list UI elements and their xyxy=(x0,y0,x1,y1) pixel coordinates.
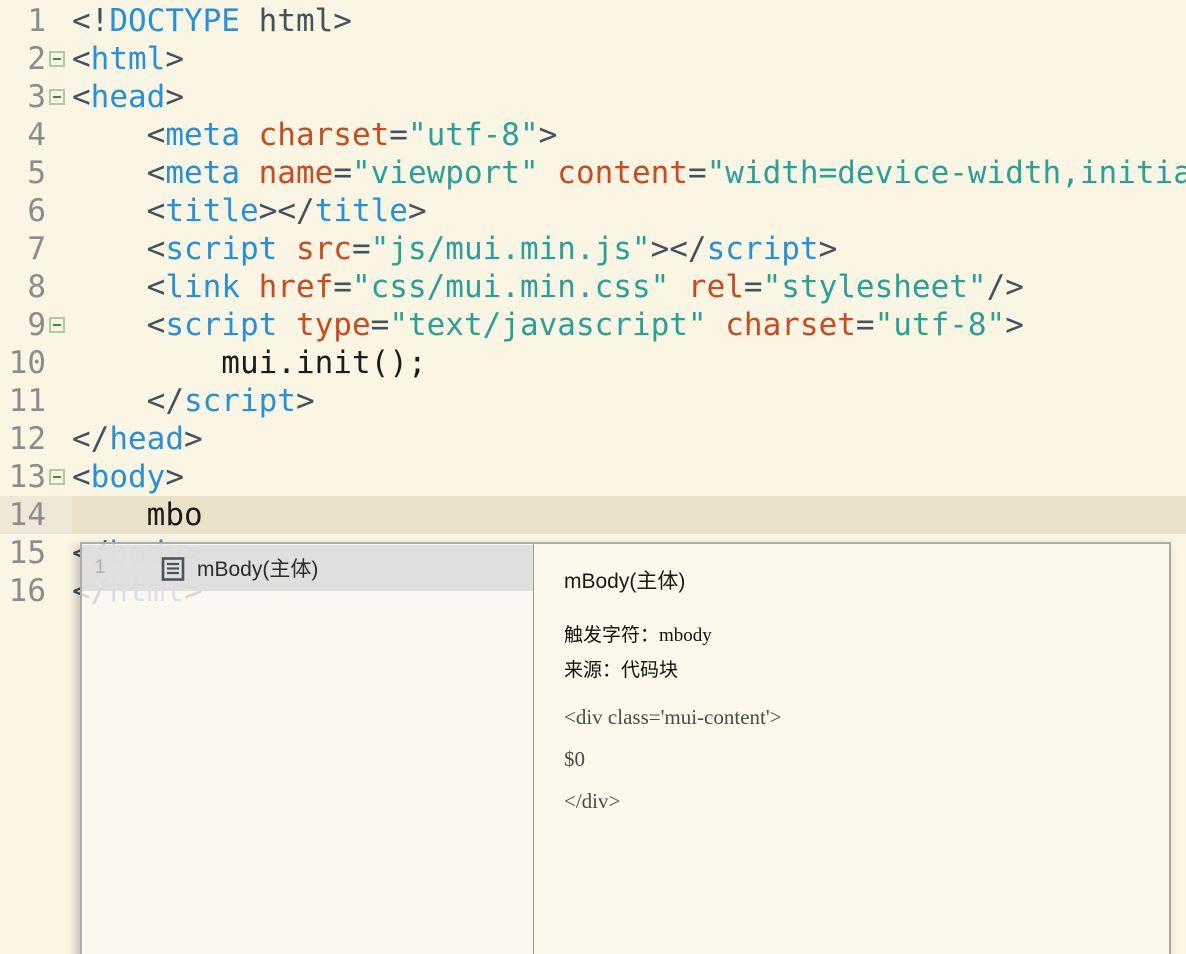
code-text[interactable]: <html> xyxy=(72,40,1186,78)
code-text[interactable]: <head> xyxy=(72,78,1186,116)
snippet-source-row: 来源：代码块 xyxy=(564,653,1149,688)
gutter: 3 xyxy=(0,78,72,116)
code-text[interactable]: <meta charset="utf-8"> xyxy=(72,116,1186,154)
gutter: 12 xyxy=(0,420,72,458)
code-line-2[interactable]: 2 <html> xyxy=(0,40,1186,78)
fold-column xyxy=(46,458,72,496)
line-number[interactable]: 4 xyxy=(0,116,46,154)
line-number[interactable]: 1 xyxy=(0,2,46,40)
fold-column xyxy=(46,78,72,116)
gutter: 1 xyxy=(0,2,72,40)
code-text[interactable]: </head> xyxy=(72,420,1186,458)
gutter: 2 xyxy=(0,40,72,78)
gutter: 14 xyxy=(0,496,72,534)
fold-column xyxy=(46,344,72,382)
fold-column xyxy=(46,2,72,40)
gutter: 13 xyxy=(0,458,72,496)
fold-column xyxy=(46,420,72,458)
code-line-4[interactable]: 4 <meta charset="utf-8"> xyxy=(0,116,1186,154)
fold-column xyxy=(46,534,72,572)
line-number[interactable]: 15 xyxy=(0,534,46,572)
gutter: 10 xyxy=(0,344,72,382)
snippet-info: 触发字符：mbody 来源：代码块 xyxy=(564,618,1149,688)
completion-item-selected[interactable]: 1 mBody(主体) xyxy=(82,545,533,591)
code-line-14[interactable]: 14 mbo xyxy=(0,496,1186,534)
snippet-trigger-row: 触发字符：mbody xyxy=(564,618,1149,653)
line-number[interactable]: 14 xyxy=(0,496,46,534)
fold-column xyxy=(46,116,72,154)
code-text[interactable]: <script type="text/javascript" charset="… xyxy=(72,306,1186,344)
snippet-trigger-label: 触发字符： xyxy=(564,625,660,646)
gutter: 15 xyxy=(0,534,72,572)
fold-column xyxy=(46,306,72,344)
line-number[interactable]: 7 xyxy=(0,230,46,268)
gutter: 16 xyxy=(0,572,72,610)
code-line-13[interactable]: 13 <body> xyxy=(0,458,1186,496)
fold-column xyxy=(46,382,72,420)
completion-list[interactable]: 1 mBody(主体) xyxy=(82,544,534,954)
fold-collapse-icon[interactable] xyxy=(49,317,65,333)
fold-column xyxy=(46,496,72,534)
gutter: 5 xyxy=(0,154,72,192)
line-number[interactable]: 12 xyxy=(0,420,46,458)
gutter: 4 xyxy=(0,116,72,154)
code-text[interactable]: mbo xyxy=(72,496,1186,534)
code-line-5[interactable]: 5 <meta name="viewport" content="width=d… xyxy=(0,154,1186,192)
gutter: 7 xyxy=(0,230,72,268)
code-text[interactable]: <script src="js/mui.min.js"></script> xyxy=(72,230,1186,268)
code-text[interactable]: <!DOCTYPE html> xyxy=(72,2,1186,40)
code-line-12[interactable]: 12 </head> xyxy=(0,420,1186,458)
snippet-document-icon xyxy=(160,555,186,582)
fold-column xyxy=(46,192,72,230)
code-text[interactable]: <title></title> xyxy=(72,192,1186,230)
gutter: 9 xyxy=(0,306,72,344)
snippet-preview-line: <div class='mui-content'> xyxy=(564,705,782,729)
line-number[interactable]: 5 xyxy=(0,154,46,192)
code-line-8[interactable]: 8 <link href="css/mui.min.css" rel="styl… xyxy=(0,268,1186,306)
fold-column xyxy=(46,40,72,78)
fold-column xyxy=(46,268,72,306)
snippet-preview-line: </div> xyxy=(564,789,621,813)
fold-column xyxy=(46,230,72,268)
code-line-9[interactable]: 9 <script type="text/javascript" charset… xyxy=(0,306,1186,344)
snippet-title: mBody(主体) xyxy=(564,570,686,593)
line-number[interactable]: 9 xyxy=(0,306,46,344)
code-line-10[interactable]: 10 mui.init(); xyxy=(0,344,1186,382)
completion-detail-panel: mBody(主体) 触发字符：mbody 来源：代码块 <div class='… xyxy=(534,544,1169,954)
snippet-preview: <div class='mui-content'> $0 </div> xyxy=(564,703,1149,815)
code-line-6[interactable]: 6 <title></title> xyxy=(0,192,1186,230)
line-number[interactable]: 6 xyxy=(0,192,46,230)
fold-column xyxy=(46,572,72,610)
code-assist-popup: 1 mBody(主体) mBody(主体) 触发字符：mbody 来源：代码块 … xyxy=(80,542,1171,954)
snippet-preview-line: $0 xyxy=(564,747,585,771)
code-line-7[interactable]: 7 <script src="js/mui.min.js"></script> xyxy=(0,230,1186,268)
line-number[interactable]: 13 xyxy=(0,458,46,496)
line-number[interactable]: 11 xyxy=(0,382,46,420)
code-line-11[interactable]: 11 </script> xyxy=(0,382,1186,420)
snippet-trigger-value: mbody xyxy=(659,625,712,646)
snippet-source-value: 代码块 xyxy=(621,660,679,681)
line-number[interactable]: 3 xyxy=(0,78,46,116)
line-number[interactable]: 8 xyxy=(0,268,46,306)
gutter: 6 xyxy=(0,192,72,230)
code-line-1[interactable]: 1 <!DOCTYPE html> xyxy=(0,2,1186,40)
code-line-3[interactable]: 3 <head> xyxy=(0,78,1186,116)
code-text[interactable]: mui.init(); xyxy=(72,344,1186,382)
snippet-source-label: 来源： xyxy=(564,660,622,681)
line-number[interactable]: 10 xyxy=(0,344,46,382)
line-number[interactable]: 16 xyxy=(0,572,46,610)
completion-item-label: mBody(主体) xyxy=(197,558,319,581)
code-text[interactable]: <link href="css/mui.min.css" rel="styles… xyxy=(72,268,1186,306)
fold-collapse-icon[interactable] xyxy=(49,51,65,67)
quick-select-index: 1 xyxy=(94,557,106,578)
code-text[interactable]: </script> xyxy=(72,382,1186,420)
gutter: 11 xyxy=(0,382,72,420)
fold-column xyxy=(46,154,72,192)
fold-collapse-icon[interactable] xyxy=(49,469,65,485)
line-number[interactable]: 2 xyxy=(0,40,46,78)
code-text[interactable]: <meta name="viewport" content="width=dev… xyxy=(72,154,1186,192)
code-text[interactable]: <body> xyxy=(72,458,1186,496)
gutter: 8 xyxy=(0,268,72,306)
fold-collapse-icon[interactable] xyxy=(49,89,65,105)
